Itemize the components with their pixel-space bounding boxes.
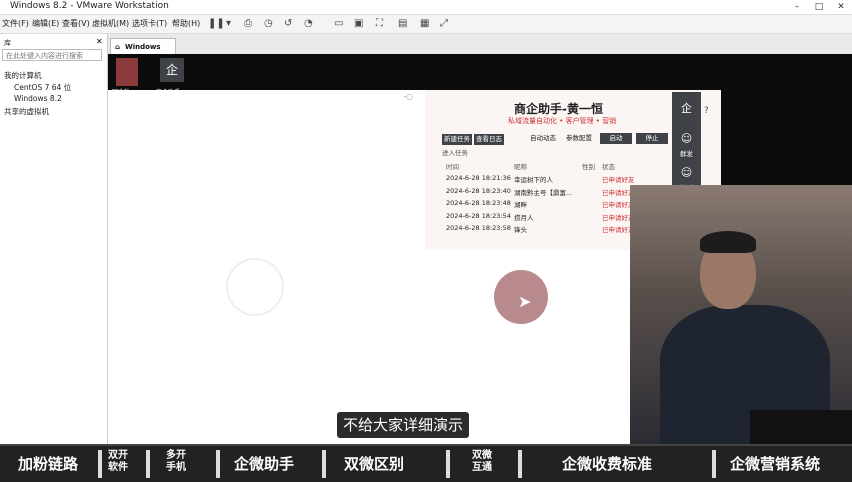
banner-separator	[322, 450, 326, 478]
menu-view[interactable]: 查看(V)	[62, 18, 90, 29]
stop-button[interactable]: 停止	[636, 133, 668, 144]
library-header: 库	[4, 39, 11, 47]
row-nickname: 幸运树下的人	[514, 176, 553, 184]
enterprise-icon[interactable]: 企	[672, 100, 701, 116]
library-search-input[interactable]: 在此处键入内容进行搜索	[2, 49, 102, 61]
col-status: 状态	[602, 163, 615, 171]
banner-separator	[518, 450, 522, 478]
row-nickname: 湖南黔主号【鼎富...	[514, 188, 573, 197]
banner-item-8[interactable]: 企微营销系统	[730, 453, 820, 474]
library-sidebar: 库 ✕ 在此处键入内容进行搜索 我的计算机 CentOS 7 64 位 Wind…	[0, 34, 108, 444]
tree-vm-centos[interactable]: CentOS 7 64 位	[14, 82, 71, 93]
banner-item-2[interactable]: 双开 软件	[108, 450, 128, 474]
vm-tab-windows[interactable]: Windows 8.2 ⌂	[110, 38, 176, 67]
row-time: 2024-6-28 18:21:36	[446, 174, 511, 182]
cursor-icon: ➤	[518, 292, 532, 311]
close-icon[interactable]: ✕	[96, 37, 103, 46]
maximize-button[interactable]: □	[808, 0, 830, 14]
banner-separator	[98, 450, 102, 478]
thumbnail-icon[interactable]: ▣	[354, 18, 363, 29]
recycle-bin-icon[interactable]	[116, 58, 138, 86]
row-time: 2024-6-28 18:23:48	[446, 199, 511, 207]
banner-item-3[interactable]: 多开 手机	[166, 450, 186, 474]
app-shortcut-icon[interactable]: 企	[160, 58, 184, 82]
sidebar-toggle-icon[interactable]: ▭	[334, 18, 343, 29]
app-subtitle: 私域流量自动化 • 客户管理 • 营销	[508, 117, 617, 125]
menu-file[interactable]: 文件(F)	[2, 18, 29, 29]
banner-separator	[216, 450, 220, 478]
add-task-button[interactable]: 新建任务	[442, 134, 472, 145]
window-title: Windows 8.2 - VMware Workstation	[10, 1, 169, 11]
close-button[interactable]: ✕	[830, 0, 852, 14]
presenter-hair	[700, 231, 756, 253]
row-status: 已申请好友	[602, 176, 635, 184]
auto-add-tab[interactable]: 自动动态	[528, 133, 558, 144]
banner-separator	[146, 450, 150, 478]
home-icon: ⌂	[115, 43, 121, 51]
unity-icon[interactable]: ▤	[398, 18, 407, 29]
banner-item-2a: 双开	[108, 450, 128, 461]
banner-item-3b: 手机	[166, 462, 186, 473]
banner-separator	[446, 450, 450, 478]
start-button[interactable]: 启动	[600, 133, 632, 144]
broadcast-label: 群发	[680, 150, 693, 158]
send-keys-icon[interactable]: ⎙	[244, 18, 252, 29]
view-log-button[interactable]: 查看日志	[474, 134, 504, 145]
banner-item-6[interactable]: 双微 互通	[472, 450, 492, 474]
row-nickname: 捞月人	[514, 213, 534, 222]
col-nickname: 昵称	[514, 163, 527, 171]
dropdown-icon[interactable]: ▾	[226, 18, 231, 29]
app-title: 商企助手-黄一恒	[514, 102, 603, 116]
row-nickname: 湖畔	[514, 201, 527, 209]
banner-item-6b: 互通	[472, 462, 492, 473]
console-icon[interactable]: ▦	[420, 18, 429, 29]
tree-vm-windows[interactable]: Windows 8.2	[14, 94, 62, 103]
menu-edit[interactable]: 编辑(E)	[32, 18, 59, 29]
row-nickname: 锋头	[514, 226, 527, 234]
banner-separator	[712, 450, 716, 478]
menu-tabs[interactable]: 选项卡(T)	[132, 18, 167, 29]
loading-spinner	[226, 258, 284, 316]
row-time: 2024-6-28 18:23:40	[446, 186, 511, 195]
param-config-tab[interactable]: 参数配置	[564, 133, 594, 144]
menu-bar: 文件(F) 编辑(E) 查看(V) 虚拟机(M) 选项卡(T) 帮助(H) ❚❚…	[0, 15, 852, 34]
bottom-banner: 加粉链路 双开 软件 多开 手机 企微助手 双微区别 双微 互通 企微收费标准 …	[0, 444, 852, 482]
banner-item-4[interactable]: 企微助手	[234, 453, 294, 474]
video-subtitle: 不给大家详细演示	[337, 412, 470, 438]
banner-item-1[interactable]: 加粉链路	[18, 453, 78, 474]
col-gender: 性别	[582, 163, 595, 171]
group-icon[interactable]: ☺	[672, 166, 701, 179]
snapshot-icon[interactable]: ◷	[264, 18, 273, 29]
manage-snapshot-icon[interactable]: ◔	[304, 18, 313, 29]
banner-item-2b: 软件	[108, 462, 128, 473]
banner-item-5[interactable]: 双微区别	[344, 453, 404, 474]
keyboard	[750, 410, 852, 444]
banner-item-3a: 多开	[166, 450, 186, 461]
revert-icon[interactable]: ↺	[284, 18, 292, 29]
pause-icon[interactable]: ❚❚	[208, 18, 225, 29]
row-time: 2024-6-28 18:23:54	[446, 211, 511, 220]
title-bar: Windows 8.2 - VMware Workstation – □ ✕	[0, 0, 852, 15]
banner-item-7[interactable]: 企微收费标准	[562, 453, 652, 474]
row-time: 2024-6-28 18:23:58	[446, 224, 511, 232]
cursor-highlight: ➤	[494, 270, 548, 324]
help-icon[interactable]: ?	[704, 106, 709, 116]
window-restore-icon[interactable]: ○	[406, 92, 413, 101]
banner-item-6a: 双微	[472, 450, 492, 461]
menu-vm[interactable]: 虚拟机(M)	[92, 18, 129, 29]
menu-help[interactable]: 帮助(H)	[172, 18, 200, 29]
col-time: 时间	[446, 163, 459, 171]
tree-shared-vms[interactable]: 共享的虚拟机	[4, 106, 49, 117]
presenter-video	[630, 185, 852, 445]
stretch-icon[interactable]: ⤢	[440, 18, 448, 29]
vm-tab-bar	[108, 34, 852, 54]
fullscreen-icon[interactable]: ⛶	[376, 18, 383, 29]
minimize-button[interactable]: –	[786, 0, 808, 14]
tree-my-computer[interactable]: 我的计算机	[4, 70, 42, 81]
section-label: 进入任务	[442, 149, 468, 157]
broadcast-icon[interactable]: ☺	[672, 132, 701, 145]
